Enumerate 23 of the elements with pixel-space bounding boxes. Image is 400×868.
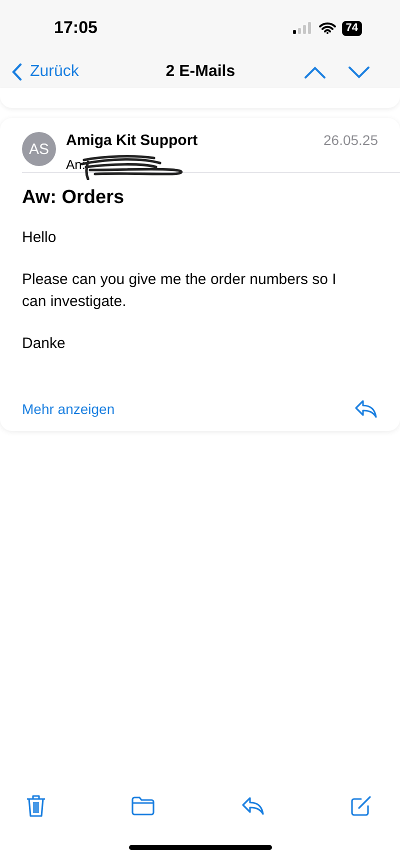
back-chevron-icon[interactable]: [12, 63, 22, 81]
trash-icon[interactable]: [26, 794, 46, 818]
nav-title: 2 E-Mails: [166, 63, 236, 81]
message-subject: Aw: Orders: [22, 187, 126, 209]
chevron-up-icon[interactable]: [304, 66, 326, 78]
wifi-icon: [318, 22, 336, 34]
body-paragraph: Danke: [22, 334, 66, 354]
sender-name: Amiga Kit Support: [66, 132, 199, 150]
status-time: 17:05: [54, 18, 98, 38]
reply-icon[interactable]: [240, 796, 265, 816]
sender-avatar: AS: [22, 132, 56, 166]
folder-icon[interactable]: [131, 796, 156, 816]
back-button[interactable]: Zurück: [12, 63, 79, 81]
compose-icon[interactable]: [350, 795, 372, 817]
chevron-down-icon[interactable]: [348, 66, 370, 78]
show-more-link[interactable]: Mehr anzeigen: [22, 401, 115, 417]
body-paragraph: Hello: [22, 228, 58, 248]
battery-level: 74: [342, 20, 362, 36]
reply-icon[interactable]: [354, 399, 378, 419]
message-date: 26.05.25: [324, 132, 378, 148]
body-paragraph: Please can you give me the order numbers so I can investigate.: [22, 270, 338, 312]
signal-icon: [292, 22, 313, 34]
recipient-label: An:: [66, 157, 86, 173]
